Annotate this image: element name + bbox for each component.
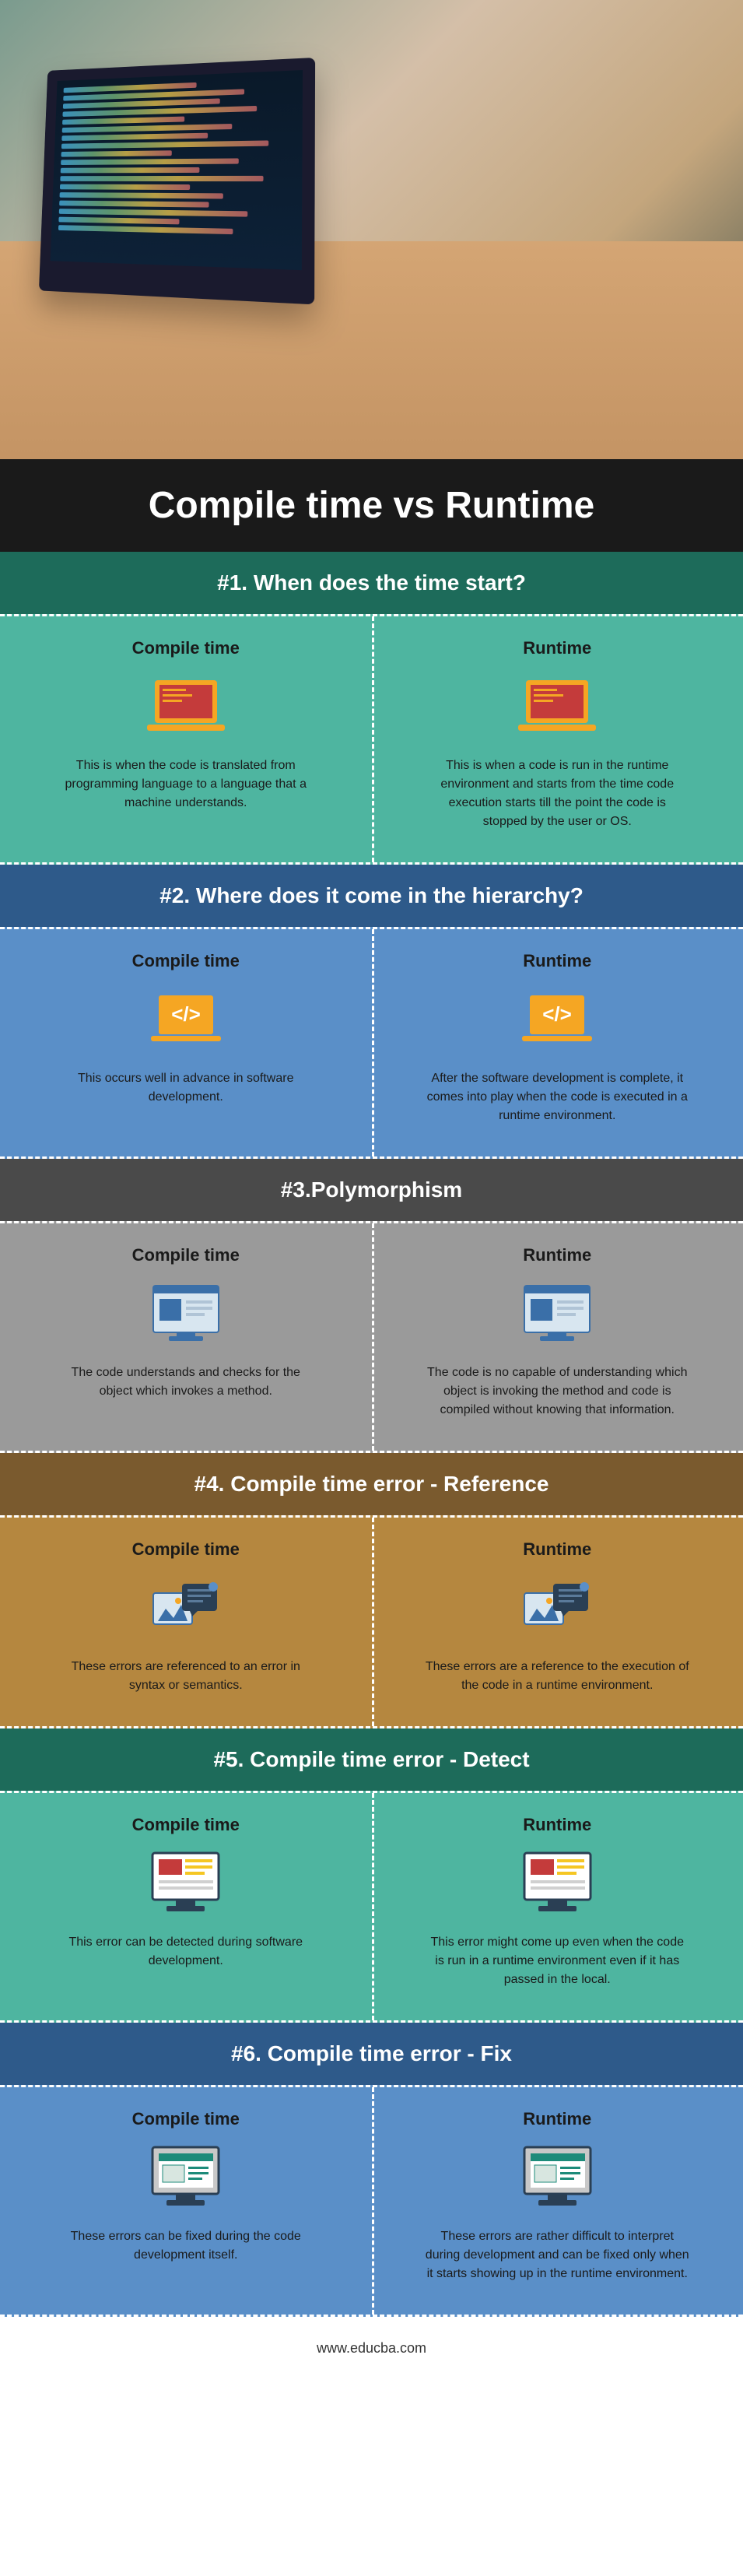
col-text: This error can be detected during softwa…	[54, 1933, 318, 1971]
footer-url: www.educba.com	[0, 2317, 743, 2380]
col-title: Compile time	[132, 951, 240, 971]
section-header-4: #4. Compile time error - Reference	[0, 1453, 743, 1515]
compare-col-right-2: Runtime </> After the software developme…	[372, 929, 743, 1156]
section-header-2: #2. Where does it come in the hierarchy?	[0, 865, 743, 927]
col-text: The code understands and checks for the …	[54, 1363, 318, 1401]
section-header-3: #3.Polymorphism	[0, 1159, 743, 1221]
section-header-1: #1. When does the time start?	[0, 552, 743, 614]
monitor-content-icon	[143, 1849, 229, 1919]
compare-row-2: Compile time </> This occurs well in adv…	[0, 927, 743, 1159]
compare-col-left-6: Compile time These errors can be fixed d…	[0, 2087, 372, 2315]
col-text: This error might come up even when the c…	[425, 1933, 689, 1989]
col-title: Runtime	[523, 1245, 591, 1265]
image-chat-icon	[514, 1574, 600, 1644]
monitor-page-icon	[514, 2143, 600, 2213]
laptop-illustration	[39, 58, 315, 304]
col-title: Runtime	[523, 2109, 591, 2129]
compare-row-3: Compile time The code understands and ch…	[0, 1221, 743, 1453]
col-text: After the software development is comple…	[425, 1069, 689, 1125]
svg-text:</>: </>	[171, 1002, 201, 1026]
page-title: Compile time vs Runtime	[0, 459, 743, 552]
compare-col-left-5: Compile time This error can be detected …	[0, 1793, 372, 2020]
col-title: Runtime	[523, 1815, 591, 1835]
col-text: These errors are a reference to the exec…	[425, 1658, 689, 1695]
col-title: Compile time	[132, 1539, 240, 1560]
code-brackets-icon: </>	[143, 985, 229, 1055]
compare-col-left-1: Compile time This is when the code is tr…	[0, 616, 372, 862]
col-title: Compile time	[132, 2109, 240, 2129]
compare-row-1: Compile time This is when the code is tr…	[0, 614, 743, 865]
col-text: These errors are referenced to an error …	[54, 1658, 318, 1695]
compare-col-left-3: Compile time The code understands and ch…	[0, 1223, 372, 1451]
monitor-page-icon	[143, 2143, 229, 2213]
compare-row-5: Compile time This error can be detected …	[0, 1791, 743, 2023]
laptop-code-icon	[143, 672, 229, 742]
hero-image	[0, 0, 743, 459]
image-chat-icon	[143, 1574, 229, 1644]
col-title: Compile time	[132, 638, 240, 658]
monitor-content-icon	[514, 1849, 600, 1919]
col-text: These errors are rather difficult to int…	[425, 2227, 689, 2283]
col-text: This is when a code is run in the runtim…	[425, 756, 689, 831]
section-header-6: #6. Compile time error - Fix	[0, 2023, 743, 2085]
col-title: Compile time	[132, 1245, 240, 1265]
compare-col-right-3: Runtime The code is no capable of unders…	[372, 1223, 743, 1451]
svg-text:</>: </>	[542, 1002, 572, 1026]
code-brackets-icon: </>	[514, 985, 600, 1055]
col-text: This occurs well in advance in software …	[54, 1069, 318, 1107]
compare-col-right-4: Runtime These errors are a reference to …	[372, 1518, 743, 1726]
compare-col-right-6: Runtime These errors are rather difficul…	[372, 2087, 743, 2315]
col-title: Runtime	[523, 638, 591, 658]
compare-row-6: Compile time These errors can be fixed d…	[0, 2085, 743, 2317]
section-header-5: #5. Compile time error - Detect	[0, 1728, 743, 1791]
col-title: Runtime	[523, 1539, 591, 1560]
col-text: These errors can be fixed during the cod…	[54, 2227, 318, 2265]
compare-col-right-5: Runtime This error might come up even wh…	[372, 1793, 743, 2020]
col-text: The code is no capable of understanding …	[425, 1363, 689, 1420]
compare-col-right-1: Runtime This is when a code is run in th…	[372, 616, 743, 862]
window-layout-icon	[514, 1279, 600, 1349]
compare-col-left-4: Compile time These errors are referenced…	[0, 1518, 372, 1726]
laptop-code-icon	[514, 672, 600, 742]
col-text: This is when the code is translated from…	[54, 756, 318, 812]
col-title: Compile time	[132, 1815, 240, 1835]
compare-col-left-2: Compile time </> This occurs well in adv…	[0, 929, 372, 1156]
window-layout-icon	[143, 1279, 229, 1349]
compare-row-4: Compile time These errors are referenced…	[0, 1515, 743, 1728]
col-title: Runtime	[523, 951, 591, 971]
